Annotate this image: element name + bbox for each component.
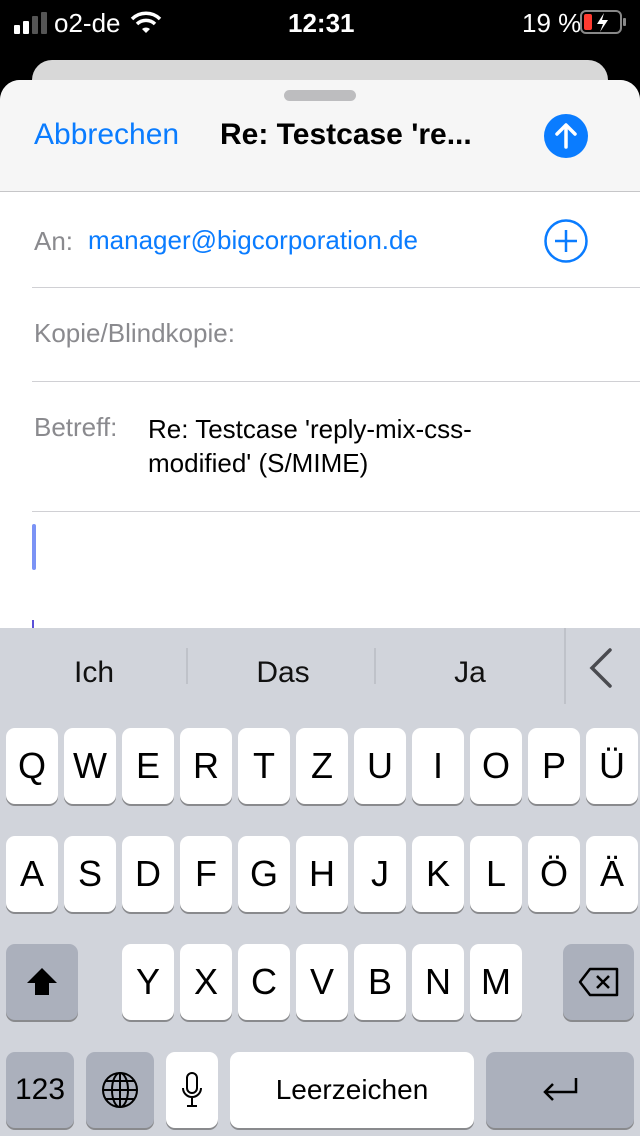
key-ä[interactable]: Ä	[586, 836, 638, 912]
key-f[interactable]: F	[180, 836, 232, 912]
keyboard: Ich Das Ja QWERTZUIOPÜ ASDFGHJKLÖÄ YXCVBNM…	[0, 628, 640, 1136]
subject-label: Betreff:	[34, 412, 118, 442]
key-n[interactable]: N	[412, 944, 464, 1020]
clock: 12:31	[288, 8, 355, 38]
key-j[interactable]: J	[354, 836, 406, 912]
compose-sheet: Abbrechen Re: Testcase 're... An: manage…	[0, 80, 640, 1136]
key-g[interactable]: G	[238, 836, 290, 912]
microphone-icon	[182, 1072, 202, 1107]
to-label: An:	[34, 226, 74, 256]
signal-icon	[14, 10, 54, 41]
backspace-icon	[578, 967, 618, 997]
delete-key[interactable]	[563, 944, 634, 1020]
to-recipient[interactable]: manager@bigcorporation.de	[88, 225, 418, 256]
key-z[interactable]: Z	[296, 728, 348, 804]
wifi-icon	[130, 10, 162, 39]
key-ö[interactable]: Ö	[528, 836, 580, 912]
divider	[564, 628, 566, 704]
cancel-button[interactable]: Abbrechen	[34, 118, 179, 152]
suggestion-1[interactable]: Ich	[4, 656, 184, 690]
key-y[interactable]: Y	[122, 944, 174, 1020]
plus-circle-icon	[544, 219, 588, 263]
key-l[interactable]: L	[470, 836, 522, 912]
divider	[374, 648, 376, 684]
divider	[32, 381, 640, 382]
key-w[interactable]: W	[64, 728, 116, 804]
compose-title: Re: Testcase 're...	[220, 118, 472, 151]
return-key[interactable]	[486, 1052, 634, 1128]
key-i[interactable]: I	[412, 728, 464, 804]
send-button[interactable]	[544, 114, 588, 163]
key-p[interactable]: P	[528, 728, 580, 804]
drag-handle[interactable]	[284, 90, 356, 101]
key-b[interactable]: B	[354, 944, 406, 1020]
divider	[186, 648, 188, 684]
add-recipient-button[interactable]	[544, 219, 588, 268]
arrow-up-circle-icon	[544, 114, 588, 158]
collapse-suggestions-button[interactable]	[588, 648, 614, 693]
divider	[32, 287, 640, 288]
key-k[interactable]: K	[412, 836, 464, 912]
shift-key[interactable]	[6, 944, 78, 1020]
quote-bar	[32, 620, 34, 628]
key-a[interactable]: A	[6, 836, 58, 912]
key-t[interactable]: T	[238, 728, 290, 804]
carrier: o2-de	[54, 8, 121, 38]
globe-key[interactable]	[86, 1052, 154, 1128]
numbers-key[interactable]: 123	[6, 1052, 74, 1128]
compose-header: Abbrechen Re: Testcase 're...	[0, 80, 640, 192]
return-icon	[543, 1078, 578, 1101]
message-body[interactable]	[0, 528, 640, 628]
key-u[interactable]: U	[354, 728, 406, 804]
suggestion-3[interactable]: Ja	[380, 656, 560, 690]
key-o[interactable]: O	[470, 728, 522, 804]
cc-bcc-field[interactable]: Kopie/Blindkopie:	[34, 318, 235, 349]
key-r[interactable]: R	[180, 728, 232, 804]
key-h[interactable]: H	[296, 836, 348, 912]
key-m[interactable]: M	[470, 944, 522, 1020]
key-e[interactable]: E	[122, 728, 174, 804]
globe-icon	[102, 1072, 138, 1108]
key-x[interactable]: X	[180, 944, 232, 1020]
space-key[interactable]: Leerzeichen	[230, 1052, 474, 1128]
battery-percent: 19 %	[522, 8, 582, 38]
battery-charging-icon	[580, 10, 628, 39]
divider	[32, 511, 640, 512]
shift-icon	[27, 968, 57, 995]
key-q[interactable]: Q	[6, 728, 58, 804]
key-v[interactable]: V	[296, 944, 348, 1020]
subject-field[interactable]: Re: Testcase 'reply-mix-css-modified' (S…	[148, 412, 508, 480]
key-d[interactable]: D	[122, 836, 174, 912]
chevron-left-icon	[589, 648, 612, 688]
key-s[interactable]: S	[64, 836, 116, 912]
suggestion-2[interactable]: Das	[193, 656, 373, 690]
key-c[interactable]: C	[238, 944, 290, 1020]
key-ü[interactable]: Ü	[586, 728, 638, 804]
dictation-key[interactable]	[166, 1052, 218, 1128]
